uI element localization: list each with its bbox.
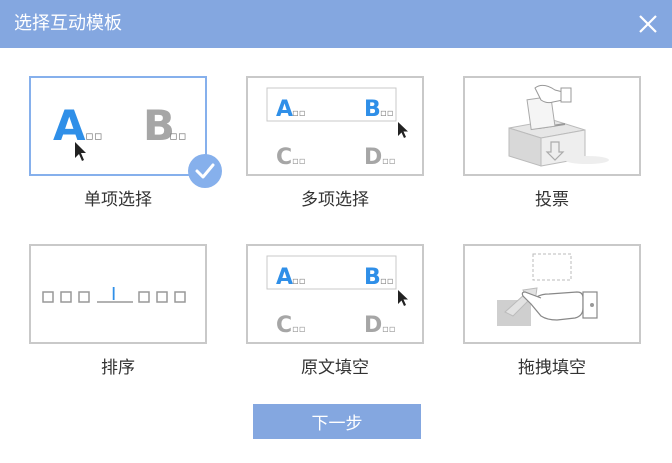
template-label-multi-choice: 多项选择 [301, 190, 369, 210]
small-dots: ▫▫ [85, 129, 103, 144]
next-button[interactable]: 下一步 [253, 404, 421, 439]
close-icon[interactable] [634, 10, 662, 38]
sort-illustration: I [42, 284, 186, 305]
small-dots: ▫▫ [292, 108, 306, 119]
mouse-pointer-icon [398, 122, 408, 138]
single-choice-illustration: A ▫▫ B ▫▫ [53, 101, 187, 161]
template-card-vote[interactable] [463, 76, 641, 176]
template-card-sort[interactable]: I [29, 244, 207, 344]
option-a-letter: A [276, 97, 293, 122]
option-b-letter: B [364, 265, 381, 290]
option-b-letter: B [364, 97, 381, 122]
option-a-letter: A [276, 265, 293, 290]
small-dots: ▫▫ [382, 324, 396, 335]
dialog-titlebar: 选择互动模板 [0, 0, 672, 48]
dialog-title: 选择互动模板 [14, 13, 122, 34]
template-card-original-fill[interactable]: A ▫▫ B ▫▫ C ▫▫ D ▫▫ [246, 244, 424, 344]
multi-choice-illustration: A ▫▫ B ▫▫ C ▫▫ D ▫▫ [266, 87, 408, 170]
small-dots: ▫▫ [380, 108, 394, 119]
small-dots: ▫▫ [292, 324, 306, 335]
check-circle-icon [188, 154, 222, 188]
small-dots: ▫▫ [382, 156, 396, 167]
template-label-original-fill: 原文填空 [301, 358, 369, 378]
original-fill-illustration: A ▫▫ B ▫▫ C ▫▫ D ▫▫ [266, 255, 408, 338]
mouse-pointer-icon [398, 290, 408, 306]
option-a-letter: A [53, 101, 86, 150]
template-card-multi-choice[interactable]: A ▫▫ B ▫▫ C ▫▫ D ▫▫ [246, 76, 424, 176]
template-label-drag-fill: 拖拽填空 [518, 358, 586, 378]
small-dots: ▫▫ [380, 276, 394, 287]
option-c-letter: C [276, 145, 292, 170]
text-cursor-icon: I [111, 284, 116, 305]
small-dots: ▫▫ [169, 129, 187, 144]
small-dots: ▫▫ [292, 276, 306, 287]
template-card-single-choice[interactable]: A ▫▫ B ▫▫ [29, 76, 207, 176]
option-d-letter: D [364, 313, 382, 338]
template-label-vote: 投票 [535, 190, 569, 210]
small-dots: ▫▫ [292, 156, 306, 167]
template-label-single-choice: 单项选择 [84, 190, 152, 210]
ballot-box-icon [508, 84, 609, 167]
template-label-sort: 排序 [101, 358, 135, 378]
option-d-letter: D [364, 145, 382, 170]
drag-hand-icon [497, 253, 598, 326]
template-card-drag-fill[interactable] [463, 244, 641, 344]
option-c-letter: C [276, 313, 292, 338]
